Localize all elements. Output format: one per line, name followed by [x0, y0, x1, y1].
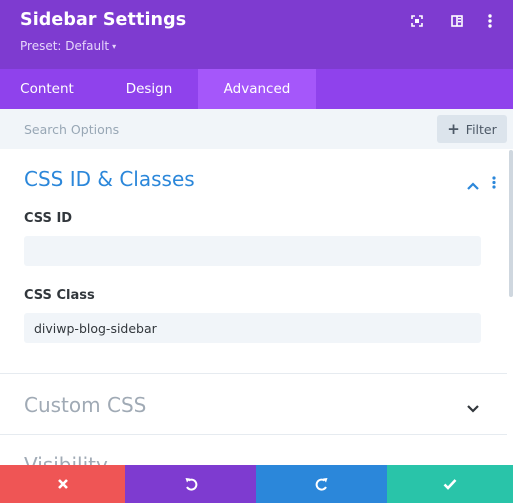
css-id-field[interactable] [24, 236, 481, 266]
modal-title: Sidebar Settings [20, 10, 187, 30]
css-class-field[interactable] [24, 313, 481, 343]
search-input[interactable] [24, 119, 404, 139]
plus-icon: + [447, 119, 460, 138]
css-id-label: CSS ID [24, 211, 73, 226]
discard-button[interactable] [0, 465, 125, 503]
close-icon [57, 479, 68, 489]
css-class-label: CSS Class [24, 288, 95, 303]
modal-header: Sidebar Settings Preset: Default ▾ [0, 0, 513, 69]
chevron-up-icon[interactable] [466, 176, 480, 195]
filter-button[interactable]: + Filter [437, 115, 507, 143]
section-divider [0, 434, 507, 435]
section-more-icon[interactable] [492, 174, 496, 193]
caret-down-icon: ▾ [112, 42, 117, 51]
section-title-custom-css[interactable]: Custom CSS [24, 393, 146, 417]
save-button[interactable] [387, 465, 513, 503]
preset-dropdown[interactable]: Preset: Default ▾ [20, 39, 116, 53]
section-divider [0, 373, 507, 374]
undo-icon [185, 478, 197, 491]
undo-button[interactable] [125, 465, 256, 503]
more-vertical-icon[interactable] [481, 12, 499, 30]
section-title-css-id-classes[interactable]: CSS ID & Classes [24, 167, 195, 191]
split-view-icon[interactable] [448, 12, 466, 30]
chevron-down-icon[interactable] [466, 399, 480, 418]
tab-advanced[interactable]: Advanced [198, 69, 316, 109]
filter-label: Filter [465, 121, 497, 137]
tab-design[interactable]: Design [104, 69, 194, 109]
preset-label: Preset: Default [20, 39, 110, 53]
check-icon [443, 479, 457, 490]
scrollbar[interactable] [509, 150, 513, 297]
tab-bar: Content Design Advanced [0, 69, 513, 109]
redo-button[interactable] [256, 465, 387, 503]
footer-actions [0, 465, 513, 503]
tab-content[interactable]: Content [0, 69, 94, 109]
fullscreen-icon[interactable] [408, 12, 426, 30]
redo-icon [315, 478, 327, 491]
